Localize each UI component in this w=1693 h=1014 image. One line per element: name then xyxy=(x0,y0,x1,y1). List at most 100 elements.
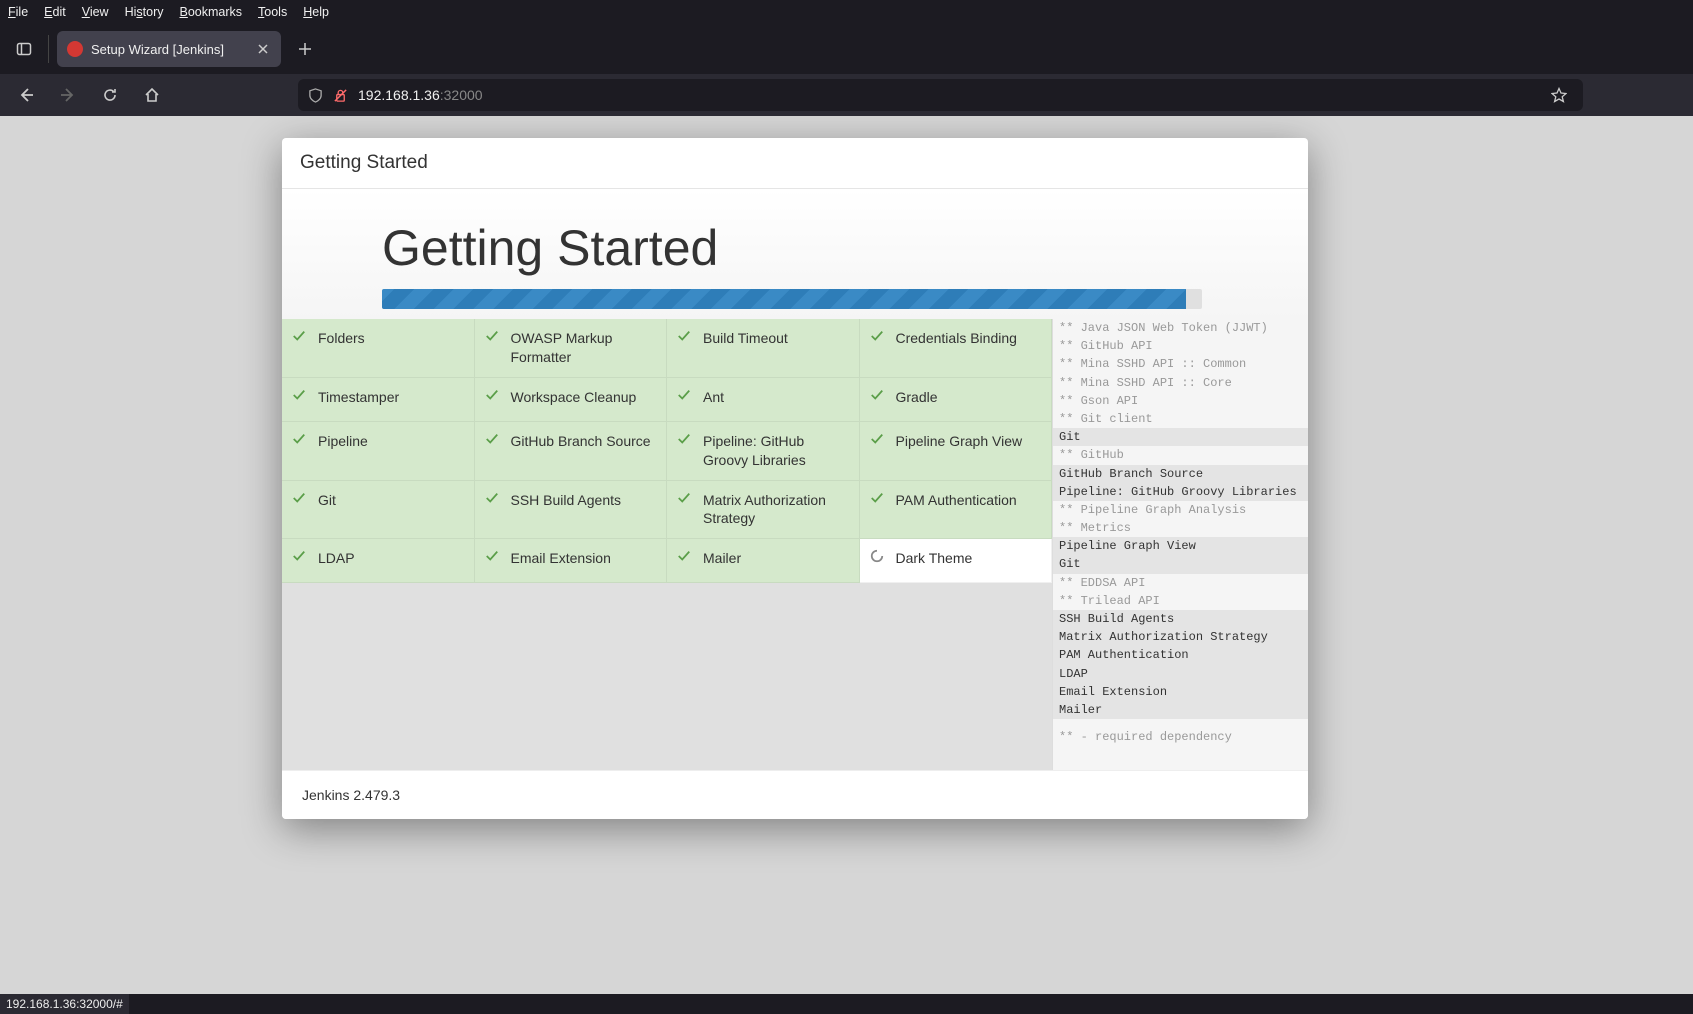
check-icon xyxy=(292,549,308,565)
dialog-footer: Jenkins 2.479.3 xyxy=(282,770,1308,819)
plugin-cell: SSH Build Agents xyxy=(475,481,668,540)
check-icon xyxy=(292,329,308,345)
plugins-grid: Folders OWASP Markup Formatter Build Timeo… xyxy=(282,319,1052,770)
check-icon xyxy=(870,388,886,404)
dialog-body: Folders OWASP Markup Formatter Build Timeo… xyxy=(282,319,1308,770)
check-icon xyxy=(292,432,308,448)
reload-icon xyxy=(102,87,118,103)
forward-button[interactable] xyxy=(52,79,84,111)
check-icon xyxy=(677,549,693,565)
plugin-name: Mailer xyxy=(703,549,741,568)
plugin-cell: Ant xyxy=(667,378,860,422)
toolbar: 192.168.1.36:32000 xyxy=(0,74,1693,116)
menu-bookmarks[interactable]: Bookmarks xyxy=(180,5,243,19)
tab-close-button[interactable] xyxy=(255,41,271,57)
check-icon xyxy=(485,329,501,345)
log-line: ** Git client xyxy=(1053,410,1308,428)
log-line: ** GitHub API xyxy=(1053,337,1308,355)
menu-history[interactable]: History xyxy=(125,5,164,19)
plugin-cell: Credentials Binding xyxy=(860,319,1053,378)
plugin-cell: Folders xyxy=(282,319,475,378)
log-footer: ** - required dependency xyxy=(1053,719,1308,755)
log-line: Git xyxy=(1053,428,1308,446)
check-icon xyxy=(870,432,886,448)
menu-tools[interactable]: Tools xyxy=(258,5,287,19)
install-log[interactable]: ** Java JSON Web Token (JJWT)** GitHub A… xyxy=(1052,319,1308,770)
browser-tab[interactable]: Setup Wizard [Jenkins] xyxy=(57,31,281,67)
log-line: ** Mina SSHD API :: Common xyxy=(1053,355,1308,373)
check-icon xyxy=(677,491,693,507)
install-progress xyxy=(382,289,1202,309)
plugin-name: SSH Build Agents xyxy=(511,491,622,510)
log-line: Pipeline: GitHub Groovy Libraries xyxy=(1053,483,1308,501)
check-icon xyxy=(485,549,501,565)
menu-edit[interactable]: Edit xyxy=(44,5,66,19)
reload-button[interactable] xyxy=(94,79,126,111)
insecure-lock-icon[interactable] xyxy=(333,88,348,103)
dialog-breadcrumb: Getting Started xyxy=(282,138,1308,189)
check-icon xyxy=(677,432,693,448)
plugin-name: OWASP Markup Formatter xyxy=(511,329,655,367)
plugin-name: Pipeline xyxy=(318,432,368,451)
log-line: ** Pipeline Graph Analysis xyxy=(1053,501,1308,519)
plugin-name: LDAP xyxy=(318,549,355,568)
menu-view[interactable]: View xyxy=(82,5,109,19)
setup-wizard-dialog: Getting Started Getting Started Folders O… xyxy=(282,138,1308,819)
plugin-name: PAM Authentication xyxy=(896,491,1017,510)
log-line: ** Trilead API xyxy=(1053,592,1308,610)
url-bar[interactable]: 192.168.1.36:32000 xyxy=(298,79,1583,111)
back-button[interactable] xyxy=(10,79,42,111)
plugin-name: Pipeline Graph View xyxy=(896,432,1023,451)
home-button[interactable] xyxy=(136,79,168,111)
menu-file[interactable]: File xyxy=(8,5,28,19)
log-line: Email Extension xyxy=(1053,683,1308,701)
check-icon xyxy=(677,329,693,345)
check-icon xyxy=(292,388,308,404)
plugin-name: Dark Theme xyxy=(896,549,973,568)
plugin-name: Gradle xyxy=(896,388,938,407)
arrow-right-icon xyxy=(60,87,76,103)
home-icon xyxy=(144,87,160,103)
plugin-name: GitHub Branch Source xyxy=(511,432,651,451)
plugin-cell: Pipeline xyxy=(282,422,475,481)
tabstrip: Setup Wizard [Jenkins] xyxy=(0,24,1693,74)
statusbar-text: 192.168.1.36:32000/# xyxy=(6,997,123,1011)
plugin-cell: Mailer xyxy=(667,539,860,583)
new-tab-button[interactable] xyxy=(289,33,321,65)
plugin-name: Build Timeout xyxy=(703,329,788,348)
plugin-cell: Git xyxy=(282,481,475,540)
plugin-name: Email Extension xyxy=(511,549,611,568)
plugin-cell: PAM Authentication xyxy=(860,481,1053,540)
log-line: Mailer xyxy=(1053,701,1308,719)
log-line: GitHub Branch Source xyxy=(1053,465,1308,483)
plugin-name: Credentials Binding xyxy=(896,329,1017,348)
plugin-name: Git xyxy=(318,491,336,510)
page-content: Getting Started Getting Started Folders O… xyxy=(0,116,1693,994)
install-progress-fill xyxy=(382,289,1186,309)
shield-icon[interactable] xyxy=(308,88,323,103)
check-icon xyxy=(485,388,501,404)
jenkins-version: Jenkins 2.479.3 xyxy=(302,787,400,803)
sidebar-toggle-button[interactable] xyxy=(8,33,40,65)
menu-help[interactable]: Help xyxy=(303,5,329,19)
log-line: ** EDDSA API xyxy=(1053,574,1308,592)
arrow-left-icon xyxy=(18,87,34,103)
check-icon xyxy=(485,432,501,448)
log-line: Pipeline Graph View xyxy=(1053,537,1308,555)
plugin-cell: Build Timeout xyxy=(667,319,860,378)
sidebar-icon xyxy=(16,41,32,57)
dialog-hero: Getting Started xyxy=(282,189,1308,319)
plugin-cell: LDAP xyxy=(282,539,475,583)
menubar: File Edit View History Bookmarks Tools H… xyxy=(0,0,1693,24)
check-icon xyxy=(870,329,886,345)
plugin-cell: GitHub Branch Source xyxy=(475,422,668,481)
plugin-cell: Email Extension xyxy=(475,539,668,583)
plugin-name: Folders xyxy=(318,329,365,348)
log-line: ** Metrics xyxy=(1053,519,1308,537)
bookmark-button[interactable] xyxy=(1545,81,1573,109)
plugin-name: Workspace Cleanup xyxy=(511,388,637,407)
statusbar: 192.168.1.36:32000/# xyxy=(0,994,129,1014)
plugin-cell: Pipeline: GitHub Groovy Libraries xyxy=(667,422,860,481)
check-icon xyxy=(485,491,501,507)
jenkins-favicon xyxy=(67,41,83,57)
